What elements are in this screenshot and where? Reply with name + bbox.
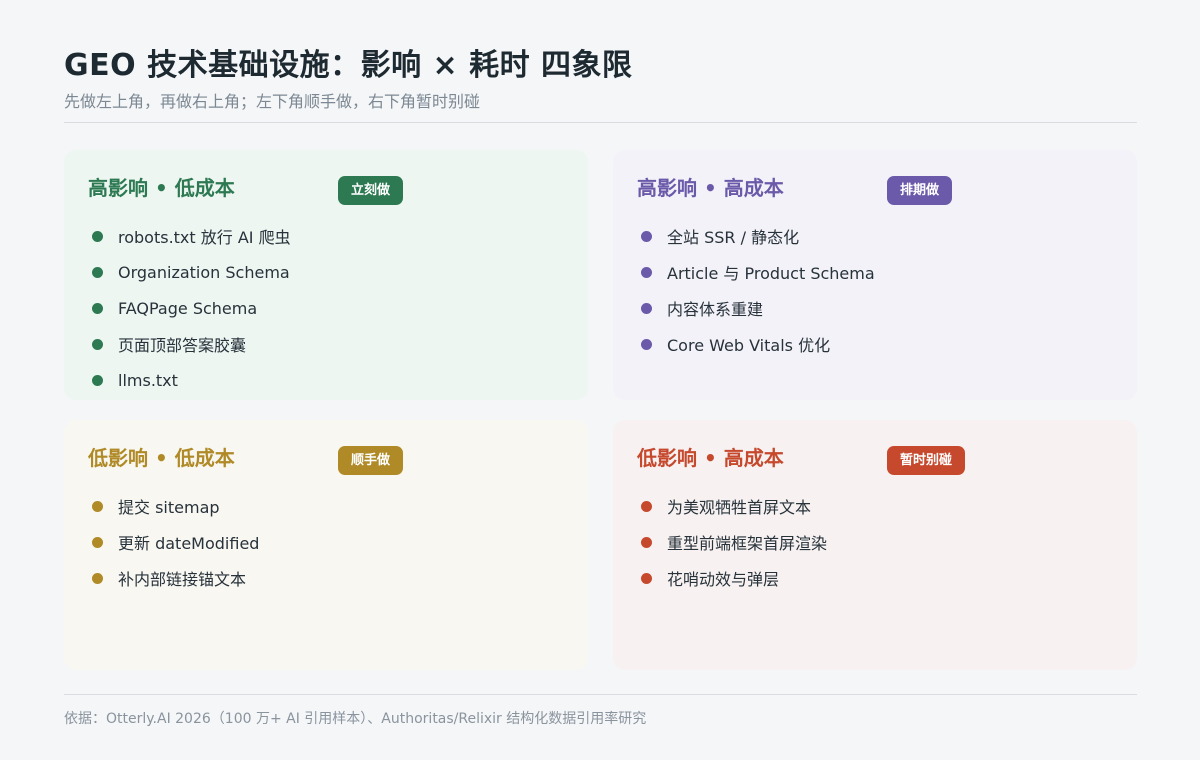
bullet-dot-icon bbox=[641, 500, 652, 512]
bullet-dot-icon bbox=[641, 302, 652, 314]
header: GEO 技术基础设施：影响 × 耗时 四象限 先做左上角，再做右上角；左下角顺手… bbox=[64, 44, 1137, 114]
bullet-dot-icon bbox=[641, 266, 652, 278]
quadrant-low-impact-high-cost: 低影响 • 高成本 暂时别碰 为美观牺牲首屏文本 重型前端框架首屏渲染 花哨动效… bbox=[613, 420, 1137, 670]
page-title: GEO 技术基础设施：影响 × 耗时 四象限 bbox=[64, 48, 633, 83]
bullet-dot-icon bbox=[92, 230, 103, 242]
bullet-dot-icon bbox=[92, 500, 103, 512]
list-item: 页面顶部答案胶囊 bbox=[88, 326, 564, 362]
list-item: Core Web Vitals 优化 bbox=[637, 326, 1113, 362]
priority-badge: 立刻做 bbox=[338, 176, 404, 205]
list-item: Organization Schema bbox=[88, 254, 564, 290]
bullet-dot-icon bbox=[92, 266, 103, 278]
quadrant-high-impact-low-cost: 高影响 • 低成本 立刻做 robots.txt 放行 AI 爬虫 Organi… bbox=[64, 150, 588, 400]
bullet-dot-icon bbox=[92, 374, 103, 386]
bullet-dot-icon bbox=[92, 338, 103, 350]
item-list: 全站 SSR / 静态化 Article 与 Product Schema 内容… bbox=[637, 218, 1113, 362]
bullet-dot-icon bbox=[92, 302, 103, 314]
source-note: 依据：Otterly.AI 2026（100 万+ AI 引用样本）、Autho… bbox=[64, 711, 647, 727]
priority-badge: 排期做 bbox=[887, 176, 953, 205]
item-label: 更新 dateModified bbox=[118, 534, 260, 553]
item-label: llms.txt bbox=[118, 370, 178, 390]
list-item: llms.txt bbox=[88, 362, 564, 398]
item-label: 重型前端框架首屏渲染 bbox=[667, 534, 828, 553]
item-list: robots.txt 放行 AI 爬虫 Organization Schema … bbox=[88, 218, 564, 398]
quadrant-title: 高影响 • 低成本 bbox=[88, 176, 235, 200]
quadrant-header: 高影响 • 低成本 立刻做 bbox=[88, 174, 564, 206]
bullet-dot-icon bbox=[641, 338, 652, 350]
quadrant-title: 高影响 • 高成本 bbox=[637, 176, 784, 200]
bullet-dot-icon bbox=[92, 572, 103, 584]
item-label: robots.txt 放行 AI 爬虫 bbox=[118, 228, 291, 247]
quadrant-header: 低影响 • 低成本 顺手做 bbox=[88, 444, 564, 476]
quadrant-header: 高影响 • 高成本 排期做 bbox=[637, 174, 1113, 206]
header-divider bbox=[64, 122, 1137, 123]
list-item: 全站 SSR / 静态化 bbox=[637, 218, 1113, 254]
item-label: 全站 SSR / 静态化 bbox=[667, 228, 800, 247]
item-label: 提交 sitemap bbox=[118, 498, 220, 517]
item-label: Article 与 Product Schema bbox=[667, 264, 875, 283]
page-subtitle: 先做左上角，再做右上角；左下角顺手做，右下角暂时别碰 bbox=[64, 92, 481, 111]
list-item: 重型前端框架首屏渲染 bbox=[637, 524, 1113, 560]
item-list: 为美观牺牲首屏文本 重型前端框架首屏渲染 花哨动效与弹层 bbox=[637, 488, 1113, 596]
list-item: 内容体系重建 bbox=[637, 290, 1113, 326]
item-label: 补内部链接锚文本 bbox=[118, 570, 247, 589]
item-label: FAQPage Schema bbox=[118, 298, 258, 318]
bullet-dot-icon bbox=[92, 536, 103, 548]
bullet-dot-icon bbox=[641, 572, 652, 584]
list-item: 花哨动效与弹层 bbox=[637, 560, 1113, 596]
item-label: Core Web Vitals 优化 bbox=[667, 336, 831, 355]
priority-badge: 顺手做 bbox=[338, 446, 404, 475]
quadrant-header: 低影响 • 高成本 暂时别碰 bbox=[637, 444, 1113, 476]
list-item: robots.txt 放行 AI 爬虫 bbox=[88, 218, 564, 254]
item-label: 内容体系重建 bbox=[667, 300, 764, 319]
list-item: 补内部链接锚文本 bbox=[88, 560, 564, 596]
item-label: 为美观牺牲首屏文本 bbox=[667, 498, 812, 517]
list-item: Article 与 Product Schema bbox=[637, 254, 1113, 290]
item-label: 花哨动效与弹层 bbox=[667, 570, 780, 589]
list-item: 更新 dateModified bbox=[88, 524, 564, 560]
priority-badge: 暂时别碰 bbox=[887, 446, 966, 475]
item-label: Organization Schema bbox=[118, 262, 290, 282]
quadrant-high-impact-high-cost: 高影响 • 高成本 排期做 全站 SSR / 静态化 Article 与 Pro… bbox=[613, 150, 1137, 400]
quadrant-title: 低影响 • 低成本 bbox=[88, 446, 235, 470]
quadrant-low-impact-low-cost: 低影响 • 低成本 顺手做 提交 sitemap 更新 dateModified… bbox=[64, 420, 588, 670]
bullet-dot-icon bbox=[641, 536, 652, 548]
quadrant-title: 低影响 • 高成本 bbox=[637, 446, 784, 470]
footer-divider bbox=[64, 694, 1137, 695]
item-list: 提交 sitemap 更新 dateModified 补内部链接锚文本 bbox=[88, 488, 564, 596]
list-item: 为美观牺牲首屏文本 bbox=[637, 488, 1113, 524]
list-item: FAQPage Schema bbox=[88, 290, 564, 326]
list-item: 提交 sitemap bbox=[88, 488, 564, 524]
bullet-dot-icon bbox=[641, 230, 652, 242]
item-label: 页面顶部答案胶囊 bbox=[118, 336, 247, 355]
